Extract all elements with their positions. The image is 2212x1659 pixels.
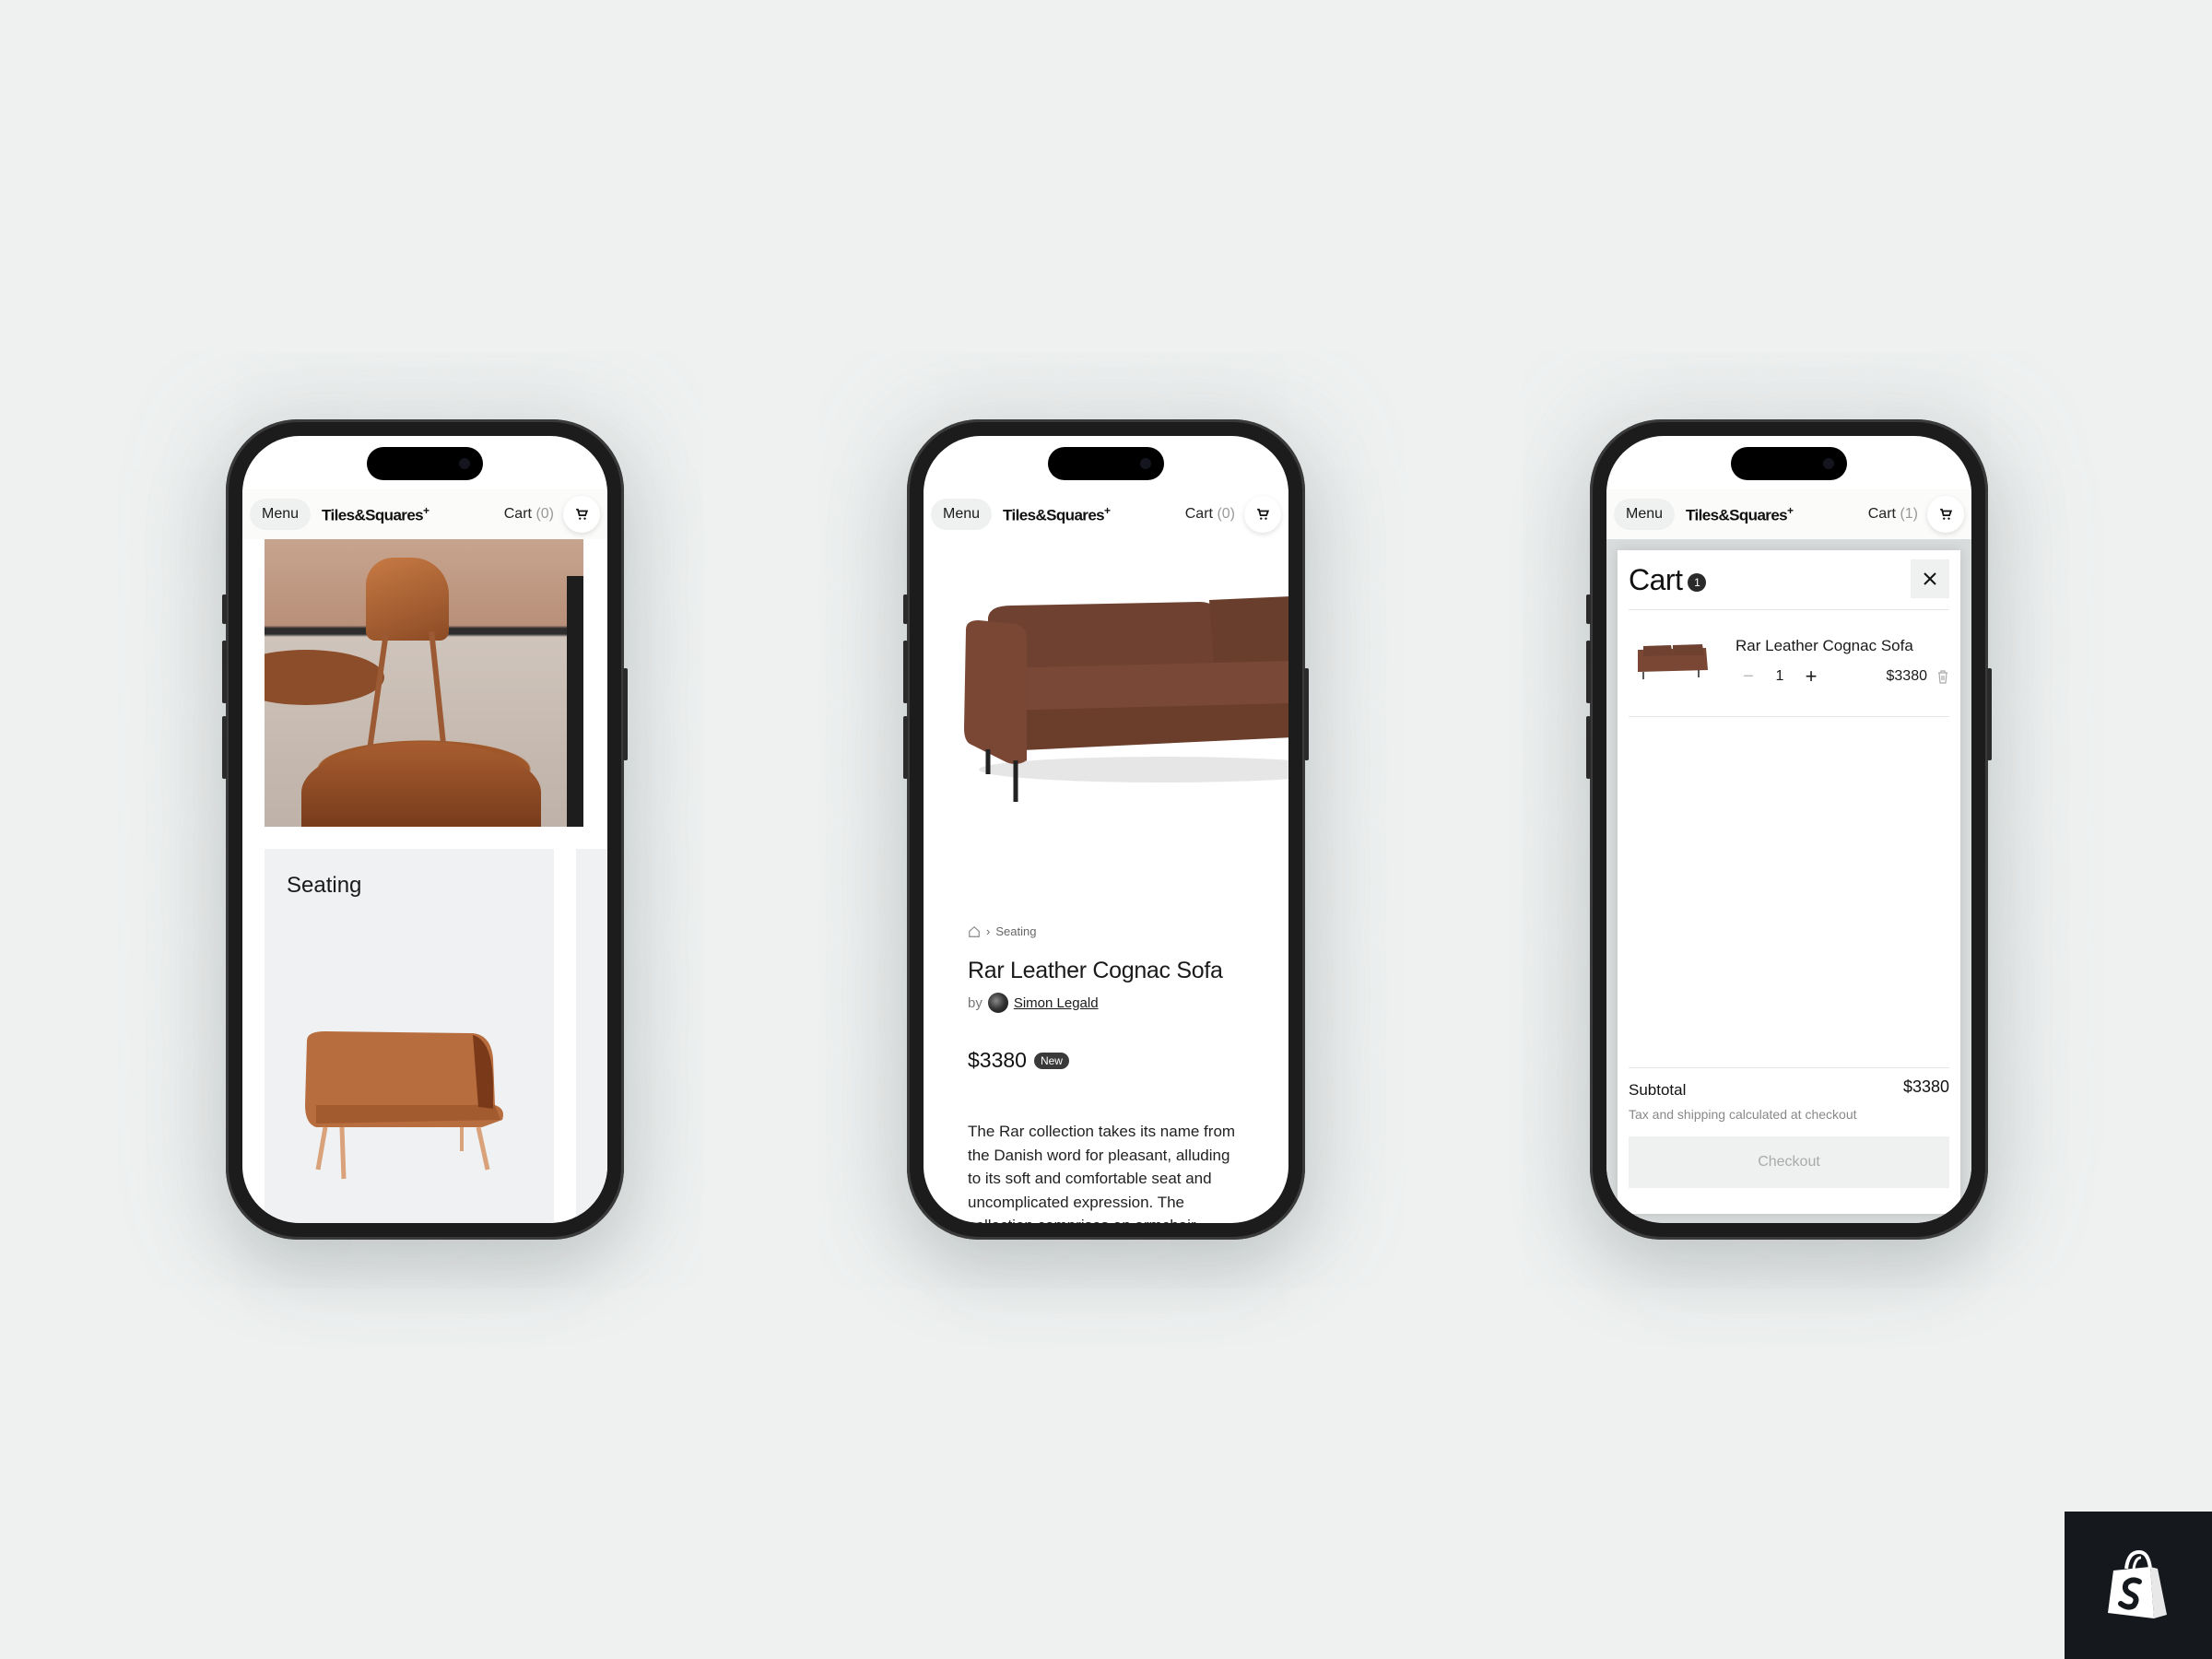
chair-shape [366,558,449,641]
cart-drawer: Cart 1 Rar Leather Cognac Sofa − 1 + $33… [1618,550,1960,1214]
cart-link[interactable]: Cart (0) [1185,506,1235,523]
cart-count: (0) [1217,506,1235,522]
product-image[interactable] [924,539,1288,816]
action-button [222,594,227,624]
shopping-cart-icon [576,508,588,520]
top-bar: Menu Tiles&Squares+ Cart (1) [1606,489,1971,539]
cart-count: (1) [1900,506,1918,522]
screen: Menu Tiles&Squares+ Cart (1) Cart 1 Rar … [1606,436,1971,1223]
byline: by Simon Legald [968,993,1099,1013]
close-button[interactable] [1911,559,1949,598]
brand-sup: + [1787,503,1794,517]
volume-down-button [903,716,908,779]
cart-label: Cart [1867,506,1896,522]
top-bar: Menu Tiles&Squares+ Cart (0) [924,489,1288,539]
breadcrumb-separator: › [986,924,991,938]
volume-up-button [1586,641,1591,703]
line-item-thumbnail[interactable] [1634,642,1710,681]
increase-quantity-button[interactable]: + [1798,665,1824,688]
decrease-quantity-button[interactable]: − [1735,666,1761,688]
action-button [903,594,908,624]
category-card-seating[interactable]: Seating [265,849,554,1223]
table-pole [567,576,583,827]
cart-label: Cart [503,506,532,522]
checkout-button[interactable]: Checkout [1629,1136,1949,1188]
cart-header: Cart 1 [1629,550,1949,610]
phone-product: Menu Tiles&Squares+ Cart (0) › Seating R… [903,419,1309,1240]
trash-icon[interactable] [1936,669,1949,684]
breadcrumb: › Seating [968,924,1036,938]
product-price: $3380 [968,1048,1027,1072]
volume-up-button [903,641,908,703]
home-icon[interactable] [968,925,981,938]
cart-button[interactable] [563,496,600,533]
close-icon [1924,572,1936,585]
cart-link[interactable]: Cart (0) [504,506,554,523]
cart-link[interactable]: Cart (1) [1868,506,1918,523]
menu-button[interactable]: Menu [250,499,312,530]
breadcrumb-category[interactable]: Seating [995,924,1036,938]
menu-button[interactable]: Menu [1614,499,1676,530]
shopify-bag-icon [2108,1549,2167,1618]
cart-title: Cart [1629,562,1683,596]
brand-logo[interactable]: Tiles&Squares+ [1686,503,1794,525]
subtotal-label: Subtotal [1629,1081,1687,1099]
category-title: Seating [287,873,362,898]
cart-count-badge: 1 [1688,573,1707,592]
power-button [623,668,628,760]
cart-button[interactable] [1244,496,1281,533]
line-item-price: $3380 [1886,668,1928,684]
line-item-name[interactable]: Rar Leather Cognac Sofa [1735,637,1913,655]
top-bar: Menu Tiles&Squares+ Cart (0) [242,489,607,539]
sofa-image [964,596,1288,802]
quantity-value: 1 [1775,668,1784,684]
tax-note: Tax and shipping calculated at checkout [1629,1107,1857,1122]
menu-button[interactable]: Menu [931,499,993,530]
new-badge: New [1033,1052,1069,1069]
brand-logo[interactable]: Tiles&Squares+ [1003,503,1111,525]
subtotal-value: $3380 [1902,1077,1949,1096]
power-button [1987,668,1992,760]
phone-cart: Menu Tiles&Squares+ Cart (1) Cart 1 Rar … [1586,419,1992,1240]
shopping-cart-icon [1257,508,1269,520]
cart-footer: Subtotal $3380 Tax and shipping calculat… [1629,1067,1949,1214]
table-shape [265,650,384,705]
cart-count: (0) [535,506,554,522]
screen: Menu Tiles&Squares+ Cart (0) › Seating R… [924,436,1288,1223]
shopping-cart-icon [1940,508,1952,520]
power-button [1304,668,1309,760]
hero-image[interactable] [265,539,583,827]
dynamic-island [367,447,483,480]
category-card-next[interactable] [576,849,607,1223]
settee-image [305,1031,503,1180]
product-description: The Rar collection takes its name from t… [968,1123,1236,1223]
cart-line-item: Rar Leather Cognac Sofa − 1 + $3380 [1629,609,1949,717]
volume-down-button [222,716,227,779]
cart-button[interactable] [1927,496,1964,533]
brand-name: Tiles&Squares [1686,506,1788,524]
chair-seat-shape [301,742,541,827]
price-row: $3380 New [968,1048,1069,1073]
author-avatar [987,993,1008,1013]
brand-name: Tiles&Squares [1003,506,1105,524]
dynamic-island [1048,447,1164,480]
cart-label: Cart [1184,506,1213,522]
quantity-stepper: − 1 + $3380 [1735,665,1949,688]
shopify-logo-tile [2065,1512,2212,1659]
by-label: by [968,994,982,1011]
brand-name: Tiles&Squares [322,506,424,524]
product-title: Rar Leather Cognac Sofa [968,958,1223,983]
volume-down-button [1586,716,1591,779]
brand-logo[interactable]: Tiles&Squares+ [322,504,429,525]
brand-sup: + [423,503,429,517]
action-button [1586,594,1591,624]
screen: Menu Tiles&Squares+ Cart (0) Seating [242,436,607,1223]
phone-home: Menu Tiles&Squares+ Cart (0) Seating [222,419,628,1240]
author-link[interactable]: Simon Legald [1014,995,1099,1011]
volume-up-button [222,641,227,703]
brand-sup: + [1104,503,1111,517]
dynamic-island [1731,447,1847,480]
